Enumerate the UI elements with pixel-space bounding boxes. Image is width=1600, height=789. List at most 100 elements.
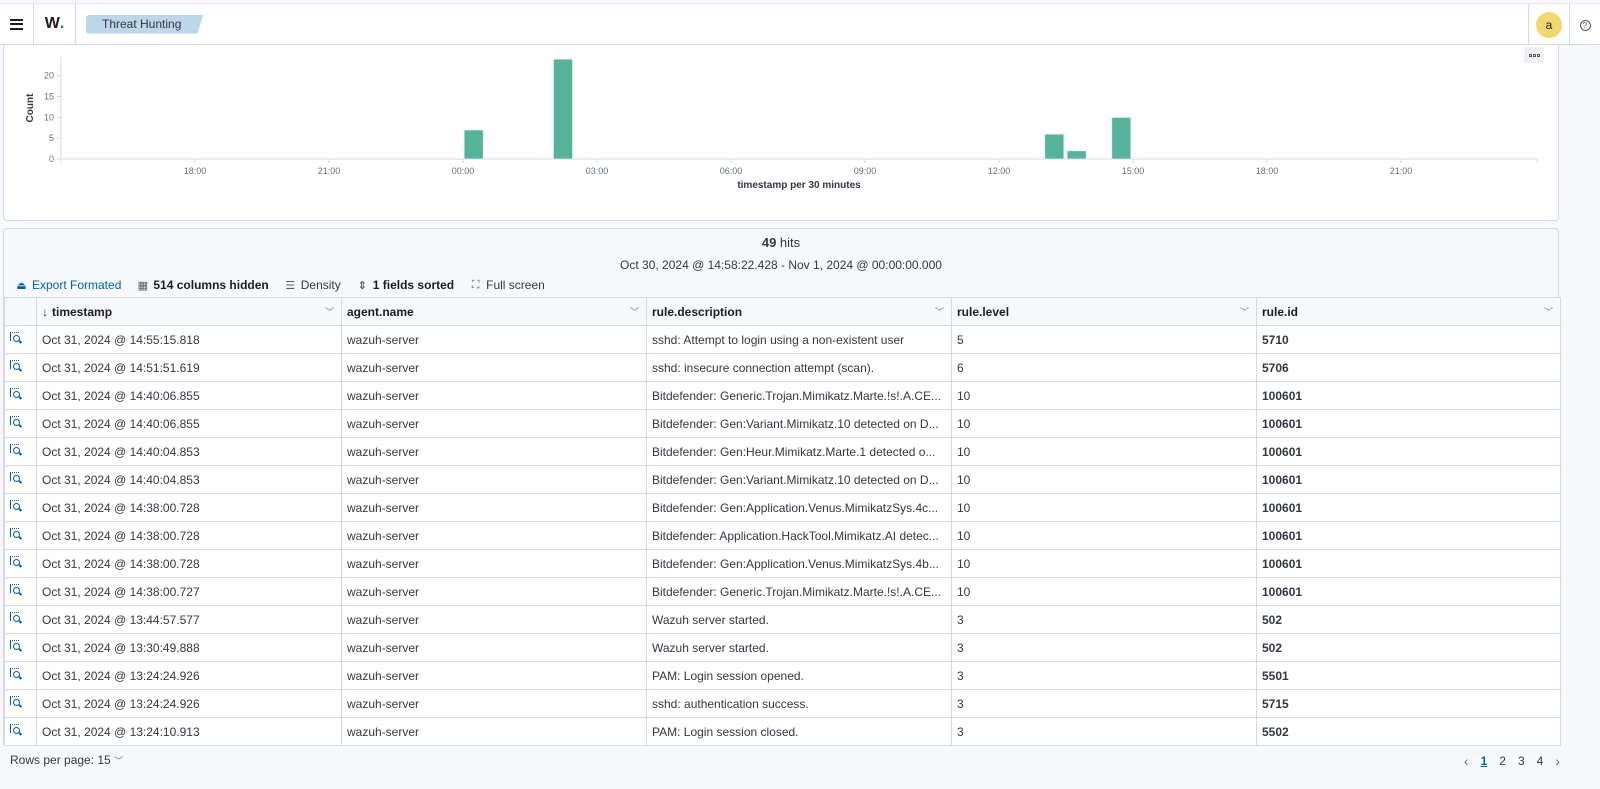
rows-per-page-select[interactable]: Rows per page: 15 ﹀ bbox=[10, 753, 123, 767]
cell-rule-id[interactable]: 100601 bbox=[1256, 493, 1561, 522]
inspect-document-icon[interactable] bbox=[10, 696, 23, 708]
y-tick-label: 5 bbox=[49, 133, 54, 143]
avatar[interactable]: a bbox=[1536, 12, 1562, 38]
cell-rule-description: Bitdefender: Gen:Variant.Mimikatz.10 det… bbox=[646, 409, 952, 438]
table-row: Oct 31, 2024 @ 13:44:57.577 wazuh-server W… bbox=[4, 605, 1561, 634]
cell-rule-description: sshd: insecure connection attempt (scan)… bbox=[646, 353, 952, 382]
column-title: rule.id bbox=[1262, 304, 1299, 319]
sorted-label: 1 fields sorted bbox=[372, 278, 455, 292]
histogram-bar bbox=[552, 58, 574, 160]
cell-timestamp: Oct 31, 2024 @ 14:40:04.853 bbox=[36, 437, 342, 466]
chevron-down-icon[interactable]: ﹀ bbox=[325, 305, 336, 318]
table-row: Oct 31, 2024 @ 14:40:04.853 wazuh-server B… bbox=[4, 437, 1561, 466]
export-formatted-button[interactable]: ⏏ Export Formated bbox=[16, 278, 121, 292]
cell-rule-level: 3 bbox=[951, 605, 1257, 634]
y-tick-label: 0 bbox=[49, 154, 54, 164]
inspect-document-icon[interactable] bbox=[10, 556, 23, 568]
column-title: rule.level bbox=[957, 304, 1010, 319]
cell-rule-id[interactable]: 5706 bbox=[1256, 353, 1561, 382]
cell-rule-id[interactable]: 5501 bbox=[1256, 661, 1561, 690]
cell-rule-description: Bitdefender: Gen:Variant.Mimikatz.10 det… bbox=[646, 465, 952, 494]
row-inspect-cell bbox=[4, 605, 37, 634]
cell-rule-id[interactable]: 5710 bbox=[1256, 325, 1561, 354]
inspect-document-icon[interactable] bbox=[10, 500, 23, 512]
histogram-bar bbox=[1111, 116, 1132, 160]
user-menu[interactable]: a bbox=[1528, 4, 1570, 46]
sort-fields-button[interactable]: ⇕ 1 fields sorted bbox=[357, 278, 454, 292]
column-header-rule-id[interactable]: rule.id ﹀ bbox=[1256, 297, 1561, 326]
row-inspect-cell bbox=[4, 633, 37, 662]
cell-timestamp: Oct 31, 2024 @ 13:24:24.926 bbox=[36, 661, 342, 690]
hits-label: hits bbox=[776, 235, 801, 250]
cell-rule-id[interactable]: 100601 bbox=[1256, 465, 1561, 494]
cell-rule-id[interactable]: 100601 bbox=[1256, 521, 1561, 550]
wazuh-logo[interactable]: W. bbox=[34, 3, 76, 45]
inspect-document-icon[interactable] bbox=[10, 388, 23, 400]
row-inspect-cell bbox=[4, 549, 37, 578]
cell-rule-id[interactable]: 100601 bbox=[1256, 437, 1561, 466]
cell-rule-description: PAM: Login session closed. bbox=[646, 717, 952, 746]
sort-icon: ⇕ bbox=[357, 279, 367, 292]
cell-rule-id[interactable]: 100601 bbox=[1256, 381, 1561, 410]
prev-page-button[interactable]: ‹ bbox=[1464, 753, 1469, 769]
x-tick-label: 00:00 bbox=[452, 166, 475, 176]
column-header-rule-level[interactable]: rule.level ﹀ bbox=[951, 297, 1257, 326]
column-header-agent-name[interactable]: agent.name ﹀ bbox=[341, 297, 647, 326]
chart-options-button[interactable] bbox=[1524, 47, 1544, 63]
row-inspect-cell bbox=[4, 381, 37, 410]
cell-timestamp: Oct 31, 2024 @ 14:51:51.619 bbox=[36, 353, 342, 382]
cell-agent-name: wazuh-server bbox=[341, 353, 647, 382]
cell-rule-id[interactable]: 502 bbox=[1256, 633, 1561, 662]
inspect-document-icon[interactable] bbox=[10, 612, 23, 624]
cell-rule-id[interactable]: 100601 bbox=[1256, 577, 1561, 606]
column-title: agent.name bbox=[347, 304, 414, 319]
breadcrumb-threat-hunting[interactable]: Threat Hunting bbox=[86, 15, 203, 34]
chevron-down-icon[interactable]: ﹀ bbox=[630, 305, 641, 318]
cell-timestamp: Oct 31, 2024 @ 13:30:49.888 bbox=[36, 633, 342, 662]
inspect-document-icon[interactable] bbox=[10, 360, 23, 372]
cell-rule-id[interactable]: 100601 bbox=[1256, 549, 1561, 578]
inspect-document-icon[interactable] bbox=[10, 640, 23, 652]
cell-rule-id[interactable]: 5502 bbox=[1256, 717, 1561, 746]
inspect-document-icon[interactable] bbox=[10, 724, 23, 736]
density-button[interactable]: ☰ Density bbox=[285, 278, 340, 292]
cell-rule-level: 10 bbox=[951, 549, 1257, 578]
hits-count: 49 hits bbox=[4, 235, 1558, 250]
inspect-document-icon[interactable] bbox=[10, 444, 23, 456]
inspect-document-icon[interactable] bbox=[10, 528, 23, 540]
table-row: Oct 31, 2024 @ 14:38:00.727 wazuh-server B… bbox=[4, 577, 1561, 606]
table-row: Oct 31, 2024 @ 14:40:04.853 wazuh-server B… bbox=[4, 465, 1561, 494]
chevron-down-icon[interactable]: ﹀ bbox=[1240, 305, 1251, 318]
inspect-document-icon[interactable] bbox=[10, 332, 23, 344]
inspect-document-icon[interactable] bbox=[10, 416, 23, 428]
cell-rule-id[interactable]: 5715 bbox=[1256, 689, 1561, 718]
cell-rule-level: 5 bbox=[951, 325, 1257, 354]
cell-timestamp: Oct 31, 2024 @ 14:40:04.853 bbox=[36, 465, 342, 494]
inspect-document-icon[interactable] bbox=[10, 472, 23, 484]
sort-descending-icon[interactable]: ↓ bbox=[42, 305, 48, 319]
page-1-button[interactable]: 1 bbox=[1481, 754, 1488, 768]
table-header-row: ↓ timestamp ﹀ agent.name ﹀ rule.description… bbox=[4, 297, 1561, 326]
full-screen-button[interactable]: ⛶ Full screen bbox=[470, 278, 545, 292]
column-header-rule-description[interactable]: rule.description ﹀ bbox=[646, 297, 952, 326]
fullscreen-icon: ⛶ bbox=[471, 278, 480, 291]
next-page-button[interactable]: › bbox=[1555, 753, 1560, 769]
help-button[interactable]: ? bbox=[1570, 4, 1600, 46]
column-header-timestamp[interactable]: ↓ timestamp ﹀ bbox=[36, 297, 342, 326]
columns-hidden-button[interactable]: ▦ 514 columns hidden bbox=[137, 278, 269, 292]
inspect-document-icon[interactable] bbox=[10, 584, 23, 596]
inspect-document-icon[interactable] bbox=[10, 668, 23, 680]
cell-rule-description: Wazuh server started. bbox=[646, 605, 952, 634]
menu-button[interactable] bbox=[0, 3, 34, 45]
page-2-button[interactable]: 2 bbox=[1499, 754, 1506, 768]
options-dot-icon bbox=[1528, 53, 1532, 57]
cell-timestamp: Oct 31, 2024 @ 14:40:06.855 bbox=[36, 409, 342, 438]
cell-rule-id[interactable]: 100601 bbox=[1256, 409, 1561, 438]
page-3-button[interactable]: 3 bbox=[1518, 754, 1525, 768]
cell-rule-id[interactable]: 502 bbox=[1256, 605, 1561, 634]
chevron-down-icon[interactable]: ﹀ bbox=[935, 305, 946, 318]
page-4-button[interactable]: 4 bbox=[1537, 754, 1544, 768]
chevron-down-icon[interactable]: ﹀ bbox=[1544, 305, 1555, 318]
table-row: Oct 31, 2024 @ 14:55:15.818 wazuh-server s… bbox=[4, 325, 1561, 354]
cell-timestamp: Oct 31, 2024 @ 13:44:57.577 bbox=[36, 605, 342, 634]
